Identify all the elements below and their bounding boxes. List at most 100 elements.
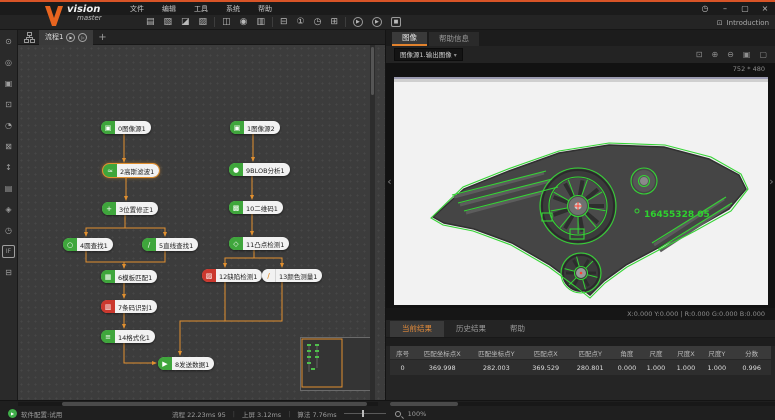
run-loop-flow-icon[interactable]: ▷ <box>78 33 87 42</box>
flow-node-10[interactable]: ▩10二维码1 <box>229 201 283 214</box>
logic-tools-icon[interactable]: IF <box>2 245 15 258</box>
run-once-icon[interactable]: ▶ <box>353 17 363 27</box>
flow-node-12[interactable]: ▨12缺陷检测1 <box>202 269 262 282</box>
open-icon[interactable]: ▧ <box>164 17 173 27</box>
divider <box>386 338 775 346</box>
node-label: 8发送数据1 <box>172 359 214 369</box>
flow-node-8[interactable]: ▶8发送数据1 <box>158 357 214 370</box>
result-tab-0[interactable]: 当前结果 <box>390 321 444 337</box>
actual-size-icon[interactable]: ▣ <box>743 50 751 60</box>
flow-list-icon[interactable] <box>24 32 35 43</box>
flow-node-5[interactable]: /5直线查找1 <box>142 238 198 251</box>
alignment-icon[interactable]: ↕ <box>2 161 15 174</box>
flow-tab-procedure1[interactable]: 流程1 ▶ ▷ <box>39 30 93 45</box>
table-horizontal-scrollbar[interactable] <box>390 402 775 406</box>
zoom-slider[interactable] <box>344 413 386 414</box>
zoom-out-icon[interactable]: ⊖ <box>727 50 734 60</box>
calibration-icon[interactable]: ⊠ <box>2 140 15 153</box>
flow-node-14[interactable]: ≡14格式化1 <box>101 330 155 343</box>
flow-vertical-scrollbar[interactable] <box>370 45 375 400</box>
menu-item-2[interactable]: 工具 <box>192 3 210 15</box>
tab-1[interactable]: 帮助信息 <box>429 32 479 46</box>
run-continuous-icon[interactable]: ▶ <box>372 17 382 27</box>
next-image-arrow[interactable]: › <box>768 175 775 188</box>
minimize-icon[interactable]: – <box>719 4 731 13</box>
col-header-7: 尺度X <box>670 346 701 359</box>
flow-node-0[interactable]: ▣0图像源1 <box>101 121 151 134</box>
add-flow-button[interactable]: + <box>93 32 111 43</box>
barcode-icon: ▥ <box>101 300 115 313</box>
flow-node-11[interactable]: ◇11凸点检测1 <box>229 237 289 250</box>
zoom-level: 100% <box>408 410 427 418</box>
measurement-icon[interactable]: ⊡ <box>2 98 15 111</box>
prev-image-arrow[interactable]: ‹ <box>386 175 393 188</box>
io-config-icon[interactable]: ⊞ <box>330 17 338 27</box>
fit-window-icon[interactable]: ⊡ <box>696 50 703 60</box>
tab-0[interactable]: 图像 <box>392 32 427 46</box>
restore-icon[interactable]: ▢ <box>739 4 751 13</box>
flow-node-1[interactable]: ▣1图像源2 <box>230 121 280 134</box>
layout-icon[interactable]: ◫ <box>222 17 231 27</box>
col-header-4: 匹配点Y <box>568 346 612 359</box>
save-icon[interactable]: ▤ <box>146 17 155 27</box>
introduction-button[interactable]: ⊡ Introduction <box>717 15 769 30</box>
node-label: 13颜色测量1 <box>276 271 322 281</box>
result-panel: 图像帮助信息 图像源1.输出图像 ▾ ⊡ ⊕ ⊖ ▣ ▢ 752 * 480 <box>385 30 775 400</box>
flow-node-9[interactable]: ●9BLOB分析1 <box>229 163 290 176</box>
barcode-icon[interactable]: ▥ <box>256 17 265 27</box>
fullscreen-icon[interactable]: ▢ <box>759 50 767 60</box>
result-tab-2[interactable]: 帮助 <box>498 321 537 337</box>
flow-editor: 流程1 ▶ ▷ + <box>18 30 385 400</box>
flow-horizontal-scrollbar[interactable] <box>18 402 378 406</box>
location-icon[interactable]: ◎ <box>2 56 15 69</box>
cell: 1.000 <box>701 360 732 375</box>
global-variable-icon[interactable]: ① <box>297 17 305 27</box>
flow-node-7[interactable]: ▥7条码识别1 <box>101 300 157 313</box>
minimap-preview <box>301 338 371 390</box>
flow-node-6[interactable]: ▦6模板匹配1 <box>101 270 157 283</box>
monitor-icon[interactable]: ⊟ <box>280 17 288 27</box>
minimap[interactable] <box>300 337 372 391</box>
software-config-label: 软件配置:试用 <box>21 409 62 419</box>
save-image-icon[interactable]: ◪ <box>181 17 190 27</box>
flow-node-13[interactable]: /13颜色测量1 <box>262 269 322 282</box>
defect-detection-icon[interactable]: ◷ <box>2 224 15 237</box>
run-once-flow-icon[interactable]: ▶ <box>66 33 75 42</box>
result-table: 序号匹配坐标点X匹配坐标点Y匹配点X匹配点Y角度尺度尺度X尺度Y分数 0369.… <box>386 346 775 400</box>
circle-find-icon: ○ <box>63 238 77 251</box>
color-processing-icon[interactable]: ◈ <box>2 203 15 216</box>
tool-category-rail: ⊙ ◎ ▣ ⊡ ◔ ⊠ ↕ ▤ ◈ ◷ IF ⊟ <box>0 30 18 400</box>
image-viewport[interactable]: 752 * 480 <box>386 63 775 308</box>
defect-icon: ▨ <box>202 269 216 282</box>
image-processing-icon[interactable]: ▣ <box>2 77 15 90</box>
acquisition-icon[interactable]: ⊙ <box>2 35 15 48</box>
menu-item-1[interactable]: 编辑 <box>160 3 178 15</box>
node-label: 12缺陷检测1 <box>216 271 262 281</box>
part-image: 16455328 05 <box>394 77 768 305</box>
flow-node-3[interactable]: +3位置修正1 <box>102 202 158 215</box>
menu-item-4[interactable]: 帮助 <box>256 3 274 15</box>
image-tools-icon[interactable]: ▤ <box>2 182 15 195</box>
export-image-icon[interactable]: ▨ <box>199 17 208 27</box>
flow-node-2[interactable]: ≈2高斯滤波1 <box>103 164 159 177</box>
format-icon: ≡ <box>101 330 115 343</box>
camera-icon[interactable]: ◉ <box>240 17 248 27</box>
blob-icon: ● <box>229 163 243 176</box>
communication-icon[interactable]: ⊟ <box>2 266 15 279</box>
history-icon[interactable]: ◷ <box>314 17 322 27</box>
menu-item-3[interactable]: 系统 <box>224 3 242 15</box>
close-icon[interactable]: × <box>759 4 771 13</box>
cell: 1.000 <box>641 360 670 375</box>
decoded-code-overlay: 16455328 05 <box>644 210 710 220</box>
zoom-in-icon[interactable]: ⊕ <box>711 50 718 60</box>
image-source-dropdown[interactable]: 图像源1.输出图像 ▾ <box>394 48 463 61</box>
flow-canvas[interactable]: ▣0图像源1 ▣1图像源2 ≈2高斯滤波1 +3位置修正1 ○4圆查找1/5直线查找1 ▦… <box>18 45 385 400</box>
cell: 369.998 <box>415 360 469 375</box>
flow-node-4[interactable]: ○4圆查找1 <box>63 238 113 251</box>
table-row[interactable]: 0369.998282.003369.529280.8010.0001.0001… <box>390 359 771 375</box>
metric-0: 流程 22.23ms 95 <box>172 409 226 419</box>
result-tab-1[interactable]: 历史结果 <box>444 321 498 337</box>
deep-learning-icon[interactable]: ◔ <box>2 119 15 132</box>
about-icon[interactable]: ◷ <box>699 4 711 13</box>
stop-icon[interactable]: ■ <box>391 17 401 27</box>
